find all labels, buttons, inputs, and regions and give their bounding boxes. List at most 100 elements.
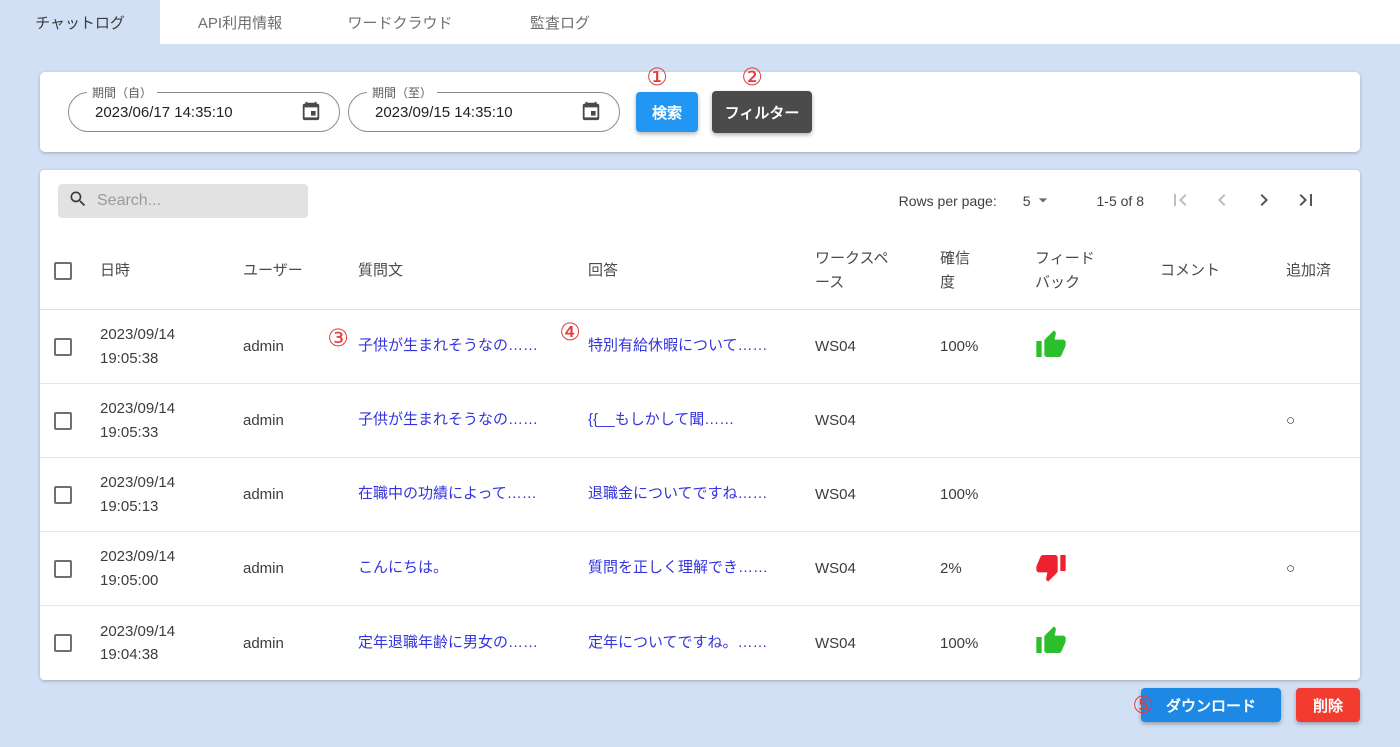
chat-log-table-card: Rows per page: 5 1-5 of 8: [40, 170, 1360, 680]
row-time: 19:05:00: [100, 569, 237, 592]
row-workspace: WS04: [815, 486, 940, 503]
table-row: 2023/09/14 19:05:00 admin こんにちは。 質問を正しく理…: [40, 532, 1360, 606]
table-body: 2023/09/14 19:05:38 admin 子供が生まれそうなの…… 特…: [40, 310, 1360, 680]
thumb-up-icon: [1035, 329, 1067, 361]
question-link[interactable]: 子供が生まれそうなの……: [358, 408, 538, 429]
date-to-calendar-button[interactable]: [579, 100, 603, 124]
row-time: 19:04:38: [100, 643, 237, 666]
row-time: 19:05:33: [100, 421, 237, 444]
row-date: 2023/09/14: [100, 323, 237, 346]
date-from-label: 期間（自）: [87, 84, 157, 101]
row-checkbox[interactable]: [54, 634, 72, 652]
pagination: Rows per page: 5 1-5 of 8: [899, 187, 1320, 215]
table-search-box[interactable]: [58, 184, 308, 218]
thumb-up-icon: [1035, 625, 1067, 657]
answer-link[interactable]: 定年についてですね。……: [588, 631, 768, 652]
answer-link[interactable]: 特別有給休暇について……: [588, 334, 768, 355]
table-row: 2023/09/14 19:05:38 admin 子供が生まれそうなの…… 特…: [40, 310, 1360, 384]
row-confidence: 100%: [940, 635, 1035, 652]
table-header-row: 日時 ユーザー 質問文 回答 ワークスペース 確信度 フィードバック コメント …: [40, 232, 1360, 310]
row-workspace: WS04: [815, 635, 940, 652]
column-header-added: 追加済: [1280, 259, 1360, 283]
row-confidence: 100%: [940, 486, 1035, 503]
tab-audit-log[interactable]: 監査ログ: [480, 0, 640, 44]
question-link[interactable]: こんにちは。: [358, 556, 448, 577]
row-date: 2023/09/14: [100, 397, 237, 420]
row-time: 19:05:38: [100, 347, 237, 370]
row-workspace: WS04: [815, 338, 940, 355]
column-header-question: 質問文: [358, 259, 588, 283]
row-user: admin: [243, 635, 358, 652]
chevron-down-icon: [1033, 190, 1053, 213]
column-header-feedback: フィードバック: [1035, 247, 1160, 295]
row-workspace: WS04: [815, 560, 940, 577]
row-user: admin: [243, 560, 358, 577]
footer-actions: ダウンロード 削除: [40, 688, 1360, 722]
answer-link[interactable]: 退職金についてですね……: [588, 482, 768, 503]
question-link[interactable]: 定年退職年齢に男女の……: [358, 631, 538, 652]
search-button[interactable]: 検索: [636, 92, 698, 132]
date-to-value[interactable]: 2023/09/15 14:35:10: [375, 104, 513, 121]
row-checkbox[interactable]: [54, 560, 72, 578]
question-link[interactable]: 在職中の功績によって……: [358, 482, 537, 503]
first-page-icon: [1168, 188, 1192, 215]
row-user: admin: [243, 486, 358, 503]
row-time: 19:05:13: [100, 495, 237, 518]
date-from-value[interactable]: 2023/06/17 14:35:10: [95, 104, 233, 121]
table-row: 2023/09/14 19:05:33 admin 子供が生まれそうなの…… {…: [40, 384, 1360, 458]
thumb-down-icon: [1035, 551, 1067, 583]
row-confidence: 100%: [940, 338, 1035, 355]
column-header-comment: コメント: [1160, 259, 1280, 283]
row-user: admin: [243, 338, 358, 355]
first-page-button[interactable]: [1166, 187, 1194, 215]
table-row: 2023/09/14 19:05:13 admin 在職中の功績によって…… 退…: [40, 458, 1360, 532]
table-row: 2023/09/14 19:04:38 admin 定年退職年齢に男女の…… 定…: [40, 606, 1360, 680]
column-header-workspace: ワークスペース: [815, 247, 940, 295]
tab-word-cloud[interactable]: ワードクラウド: [320, 0, 480, 44]
row-user: admin: [243, 412, 358, 429]
filter-panel: 期間（自） 2023/06/17 14:35:10 期間（至） 2023/09/…: [40, 72, 1360, 152]
tab-bar: チャットログ API利用情報 ワードクラウド 監査ログ: [0, 0, 1400, 44]
chevron-right-icon: [1252, 188, 1276, 215]
rows-per-page-label: Rows per page:: [899, 193, 997, 209]
column-header-user: ユーザー: [243, 259, 358, 283]
rows-per-page-value: 5: [1023, 193, 1031, 209]
pagination-range: 1-5 of 8: [1097, 193, 1144, 209]
delete-button[interactable]: 削除: [1296, 688, 1360, 722]
last-page-icon: [1294, 188, 1318, 215]
calendar-icon: [580, 100, 602, 125]
next-page-button[interactable]: [1250, 187, 1278, 215]
chevron-left-icon: [1210, 188, 1234, 215]
row-date: 2023/09/14: [100, 620, 237, 643]
search-icon: [68, 189, 88, 214]
filter-button[interactable]: フィルター: [712, 91, 812, 133]
date-from-calendar-button[interactable]: [299, 100, 323, 124]
row-confidence: 2%: [940, 560, 1035, 577]
rows-per-page-select[interactable]: 5: [1023, 190, 1053, 213]
tab-api-usage[interactable]: API利用情報: [160, 0, 320, 44]
date-to-label: 期間（至）: [367, 84, 437, 101]
date-from-field[interactable]: 期間（自） 2023/06/17 14:35:10: [68, 92, 340, 132]
table-search-input[interactable]: [97, 192, 298, 210]
download-button[interactable]: ダウンロード: [1141, 688, 1281, 722]
row-checkbox[interactable]: [54, 338, 72, 356]
column-header-answer: 回答: [588, 259, 815, 283]
answer-link[interactable]: 質問を正しく理解でき……: [588, 556, 768, 577]
row-checkbox[interactable]: [54, 486, 72, 504]
last-page-button[interactable]: [1292, 187, 1320, 215]
tab-chat-log[interactable]: チャットログ: [0, 0, 160, 44]
calendar-icon: [300, 100, 322, 125]
table-toolbar: Rows per page: 5 1-5 of 8: [40, 170, 1360, 232]
date-to-field[interactable]: 期間（至） 2023/09/15 14:35:10: [348, 92, 620, 132]
column-header-datetime: 日時: [100, 259, 243, 283]
question-link[interactable]: 子供が生まれそうなの……: [358, 334, 538, 355]
answer-link[interactable]: {{__もしかして聞……: [588, 408, 734, 429]
row-workspace: WS04: [815, 412, 940, 429]
row-added: ○: [1286, 412, 1295, 429]
column-header-confidence: 確信度: [940, 247, 1035, 295]
row-checkbox[interactable]: [54, 412, 72, 430]
previous-page-button[interactable]: [1208, 187, 1236, 215]
row-date: 2023/09/14: [100, 545, 237, 568]
row-added: ○: [1286, 560, 1295, 577]
select-all-checkbox[interactable]: [54, 262, 72, 280]
